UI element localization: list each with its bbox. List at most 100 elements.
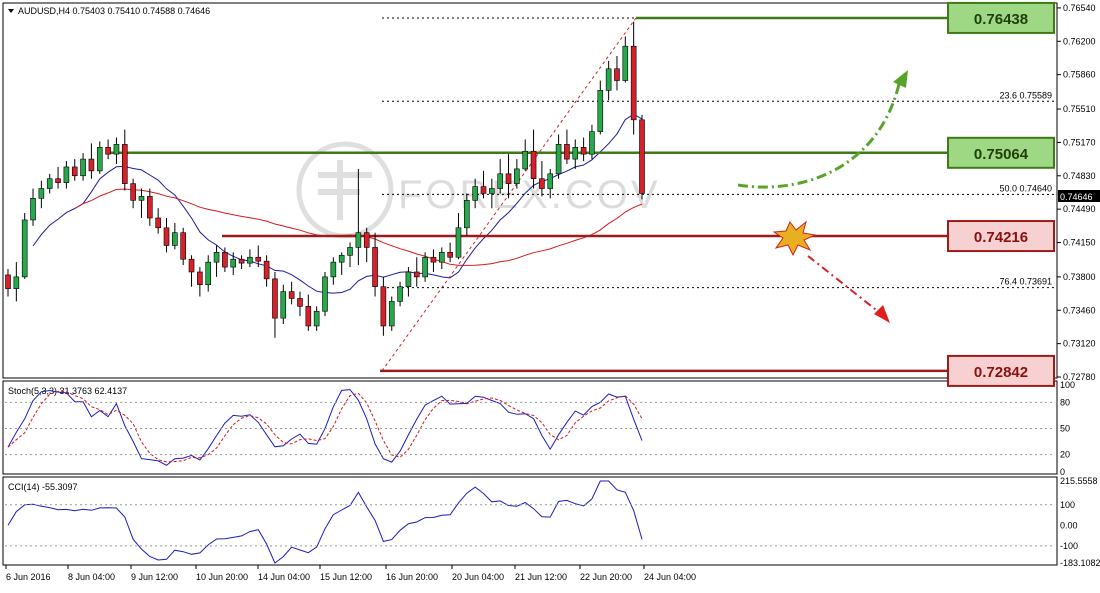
- candle-bull: [555, 144, 562, 175]
- current-price-label: 0.74646: [1060, 192, 1093, 202]
- candle-bear: [413, 271, 420, 278]
- candle-bear: [180, 232, 186, 260]
- candle-bull: [455, 227, 462, 258]
- level-box-label: 0.72842: [974, 364, 1028, 381]
- candle-bull: [397, 286, 403, 302]
- candle-bull: [405, 271, 412, 287]
- candle-bull: [80, 158, 86, 177]
- candle-bull: [247, 256, 253, 264]
- candle-bull: [388, 301, 395, 327]
- stoch-tick-label: 80: [1060, 397, 1070, 407]
- candle-bull: [347, 247, 353, 256]
- stoch-tick-label: 50: [1060, 424, 1070, 434]
- candle-bear: [363, 232, 370, 248]
- cci-label: CCI(14) -55.3097: [8, 482, 78, 492]
- candle-bull: [213, 252, 220, 263]
- candle-bear: [263, 260, 270, 280]
- time-tick-label: 10 Jun 20:00: [196, 572, 248, 582]
- candle-bear: [155, 217, 161, 229]
- time-tick-label: 9 Jun 12:00: [131, 572, 178, 582]
- candle-bull: [547, 173, 554, 189]
- price-tick-label: 0.73120: [1063, 339, 1096, 349]
- price-tick-label: 0.74830: [1063, 171, 1096, 181]
- candle-bear: [372, 247, 378, 287]
- price-tick-label: 0.75170: [1063, 137, 1096, 147]
- candle-bear: [272, 278, 278, 319]
- candle-bear: [505, 173, 512, 184]
- fib-level-label: 50.0 0.74640: [999, 183, 1052, 193]
- candle-bull: [330, 261, 337, 278]
- current-price-marker: 0.74646: [1058, 190, 1100, 202]
- candle-bull: [472, 186, 478, 201]
- price-tick-label: 0.75510: [1063, 104, 1096, 114]
- candle-bear: [639, 119, 645, 194]
- candle-bear: [105, 147, 111, 155]
- candle-bear: [188, 258, 195, 273]
- candle-bear: [297, 298, 303, 307]
- candle-bear: [147, 196, 153, 219]
- level-box-label: 0.76438: [974, 11, 1028, 28]
- candle-bear: [288, 291, 295, 299]
- cci-tick-label: 215.5558: [1060, 476, 1098, 486]
- candle-bull: [622, 45, 629, 81]
- cci-tick-label: 100: [1060, 500, 1075, 510]
- candle-bull: [572, 147, 579, 160]
- candle-bull: [13, 276, 20, 289]
- candle-bear: [255, 256, 262, 262]
- fib-level-label: 23.6 0.75589: [999, 90, 1052, 100]
- candle-bear: [530, 150, 537, 180]
- candle-bear: [197, 271, 203, 286]
- symbol-line: AUDUSD,H4 0.75403 0.75410 0.74588 0.7464…: [18, 6, 210, 16]
- candle-bull: [355, 232, 362, 248]
- cci-tick-label: -183.1082: [1060, 558, 1100, 568]
- candle-bull: [38, 188, 45, 199]
- candle-bull: [514, 168, 520, 184]
- chart-canvas: FOREX.COV 23.6 0.75589 50.0 0.74640 76.4 0…: [2, 1, 1100, 582]
- fib-level-label: 76.4 0.73691: [999, 277, 1052, 287]
- candle-bear: [130, 183, 136, 201]
- candle-bull: [172, 232, 178, 246]
- candle-bull: [46, 178, 53, 189]
- candle-bull: [96, 147, 103, 172]
- candle-bear: [5, 274, 11, 289]
- candle-bull: [138, 196, 145, 201]
- candle-bull: [464, 200, 470, 229]
- candle-bull: [313, 310, 320, 327]
- candle-bear: [121, 144, 128, 184]
- time-tick-label: 15 Jun 12:00: [320, 572, 372, 582]
- time-tick-label: 24 Jun 04:00: [644, 572, 696, 582]
- candle-bull: [21, 219, 28, 278]
- price-tick-label: 0.73800: [1063, 272, 1096, 282]
- candle-bull: [30, 198, 36, 221]
- candle-bull: [280, 291, 287, 319]
- candle-bull: [422, 256, 428, 278]
- candle-bull: [338, 254, 345, 263]
- candle-bull: [438, 252, 445, 263]
- cci-tick-label: 0.00: [1060, 520, 1078, 530]
- candle-bear: [447, 252, 453, 258]
- candle-bear: [380, 286, 387, 327]
- candle-bull: [497, 173, 503, 189]
- time-tick-label: 21 Jun 12:00: [515, 572, 567, 582]
- candle-bear: [88, 158, 95, 172]
- candle-bull: [205, 261, 212, 286]
- candle-bull: [489, 188, 495, 194]
- level-box-label: 0.75064: [974, 146, 1029, 163]
- candle-bull: [230, 258, 237, 268]
- candle-bear: [614, 68, 620, 81]
- candle-bear: [71, 166, 78, 177]
- time-tick-label: 16 Jun 20:00: [386, 572, 438, 582]
- price-tick-label: 0.76540: [1063, 3, 1096, 13]
- time-axis: 6 Jun 2016 8 Jun 04:00 9 Jun 12:00 10 Jun 2…: [5, 565, 696, 582]
- cci-tick-label: -100: [1060, 541, 1078, 551]
- candle-bear: [580, 147, 587, 155]
- price-tick-label: 0.74150: [1063, 238, 1096, 248]
- candle-bull: [322, 276, 328, 312]
- candle-bear: [222, 252, 228, 268]
- candle-bear: [238, 258, 245, 264]
- time-tick-label: 22 Jun 20:00: [580, 572, 632, 582]
- candle-bear: [539, 178, 545, 189]
- time-tick-label: 8 Jun 04:00: [68, 572, 115, 582]
- price-tick-label: 0.75860: [1063, 70, 1096, 80]
- candle-bear: [305, 306, 312, 327]
